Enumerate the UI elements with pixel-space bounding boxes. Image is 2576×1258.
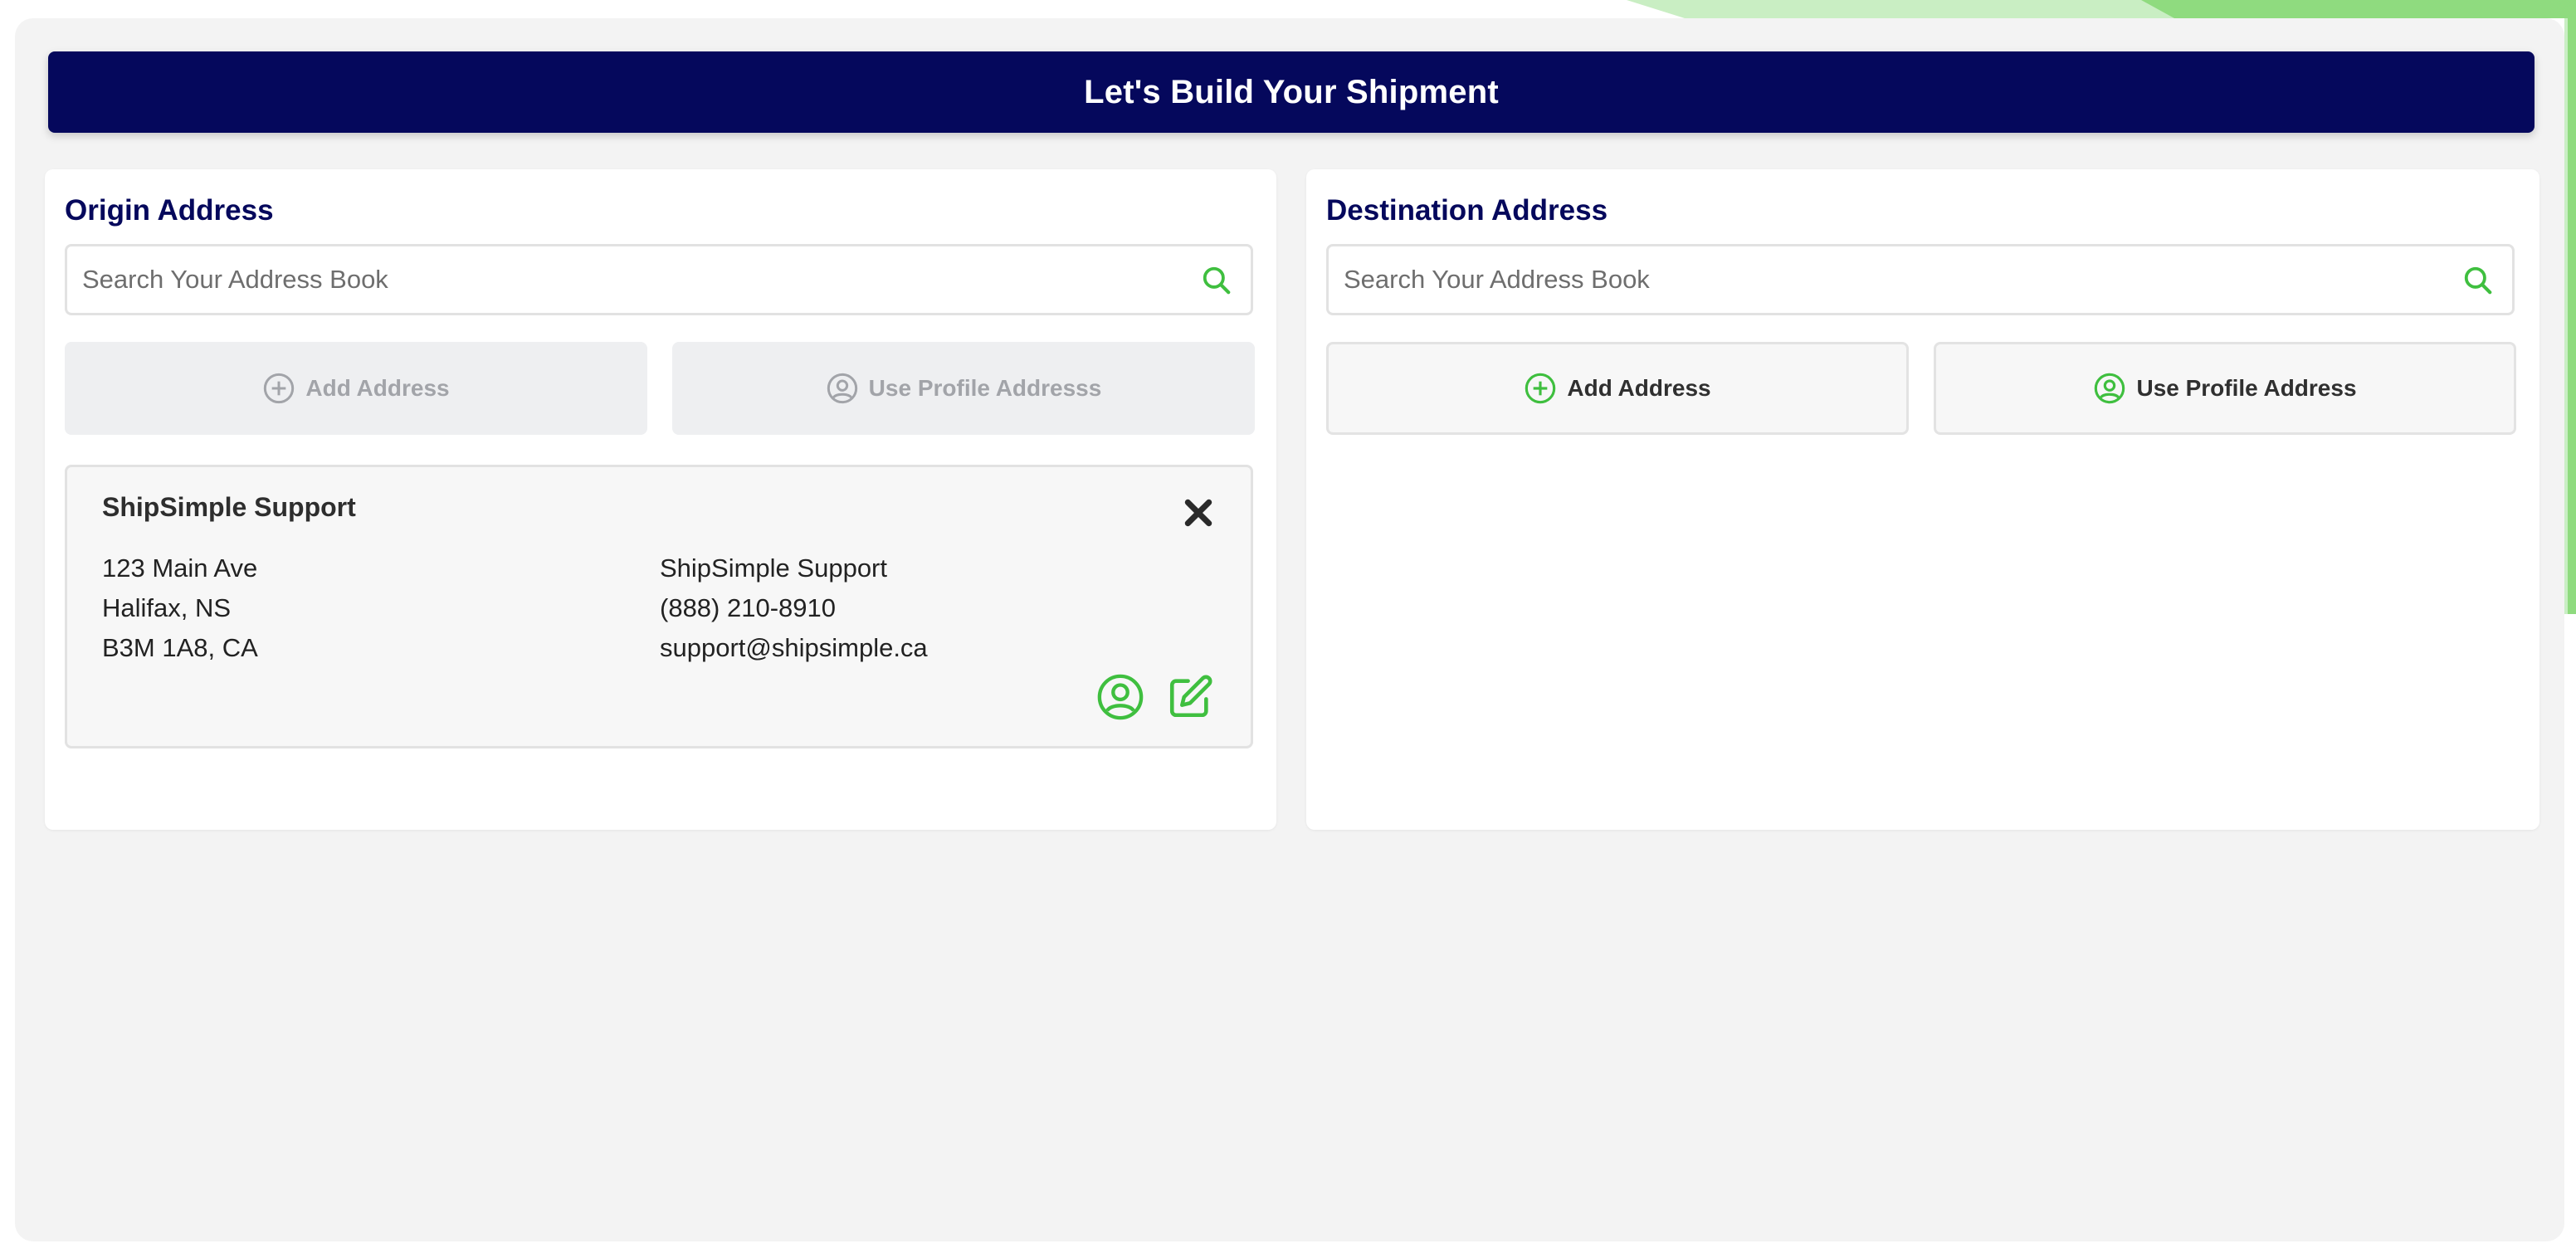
plus-circle-icon <box>1525 373 1556 404</box>
user-circle-icon <box>2095 373 2125 404</box>
plus-circle-icon <box>264 373 295 404</box>
app-background: Let's Build Your Shipment Origin Address… <box>15 18 2564 1241</box>
origin-address-card: ShipSimple Support 123 Main Ave Halifax,… <box>65 465 1253 748</box>
address-lines: 123 Main Ave Halifax, NS B3M 1A8, CA <box>102 549 258 668</box>
contact-phone: (888) 210-8910 <box>660 593 836 622</box>
address-street: 123 Main Ave <box>102 553 258 583</box>
origin-add-address-button[interactable]: Add Address <box>65 342 647 435</box>
destination-use-profile-button[interactable]: Use Profile Address <box>1934 342 2516 435</box>
origin-use-profile-label: Use Profile Addresss <box>868 375 1102 401</box>
page-header: Let's Build Your Shipment <box>48 51 2535 133</box>
origin-use-profile-button[interactable]: Use Profile Addresss <box>672 342 1255 435</box>
destination-address-title: Destination Address <box>1326 194 1608 227</box>
origin-add-address-label: Add Address <box>305 375 450 401</box>
edit-icon[interactable] <box>1166 673 1214 721</box>
address-postal-country: B3M 1A8, CA <box>102 633 258 662</box>
address-city-province: Halifax, NS <box>102 593 232 622</box>
origin-address-title: Origin Address <box>65 194 274 227</box>
origin-address-panel: Origin Address Add Address Use Profile <box>45 169 1276 830</box>
destination-search-box <box>1326 244 2515 315</box>
origin-search-input[interactable] <box>67 246 1251 313</box>
contact-lines: ShipSimple Support (888) 210-8910 suppor… <box>660 549 928 668</box>
contact-email: support@shipsimple.ca <box>660 633 928 662</box>
destination-add-address-label: Add Address <box>1567 375 1711 401</box>
origin-search-box <box>65 244 1253 315</box>
contact-name: ShipSimple Support <box>660 553 887 583</box>
close-icon[interactable] <box>1183 497 1214 529</box>
page-title: Let's Build Your Shipment <box>1084 73 1499 110</box>
user-circle-icon[interactable] <box>1096 673 1144 721</box>
address-card-actions <box>1096 673 1214 721</box>
search-icon[interactable] <box>2462 265 2494 296</box>
search-icon[interactable] <box>1201 265 1232 296</box>
destination-address-panel: Destination Address Add Address Use Pro <box>1306 169 2539 830</box>
user-circle-icon <box>827 373 857 404</box>
destination-search-input[interactable] <box>1329 246 2512 313</box>
destination-use-profile-label: Use Profile Address <box>2136 375 2357 401</box>
address-card-name: ShipSimple Support <box>102 492 356 522</box>
destination-add-address-button[interactable]: Add Address <box>1326 342 1909 435</box>
